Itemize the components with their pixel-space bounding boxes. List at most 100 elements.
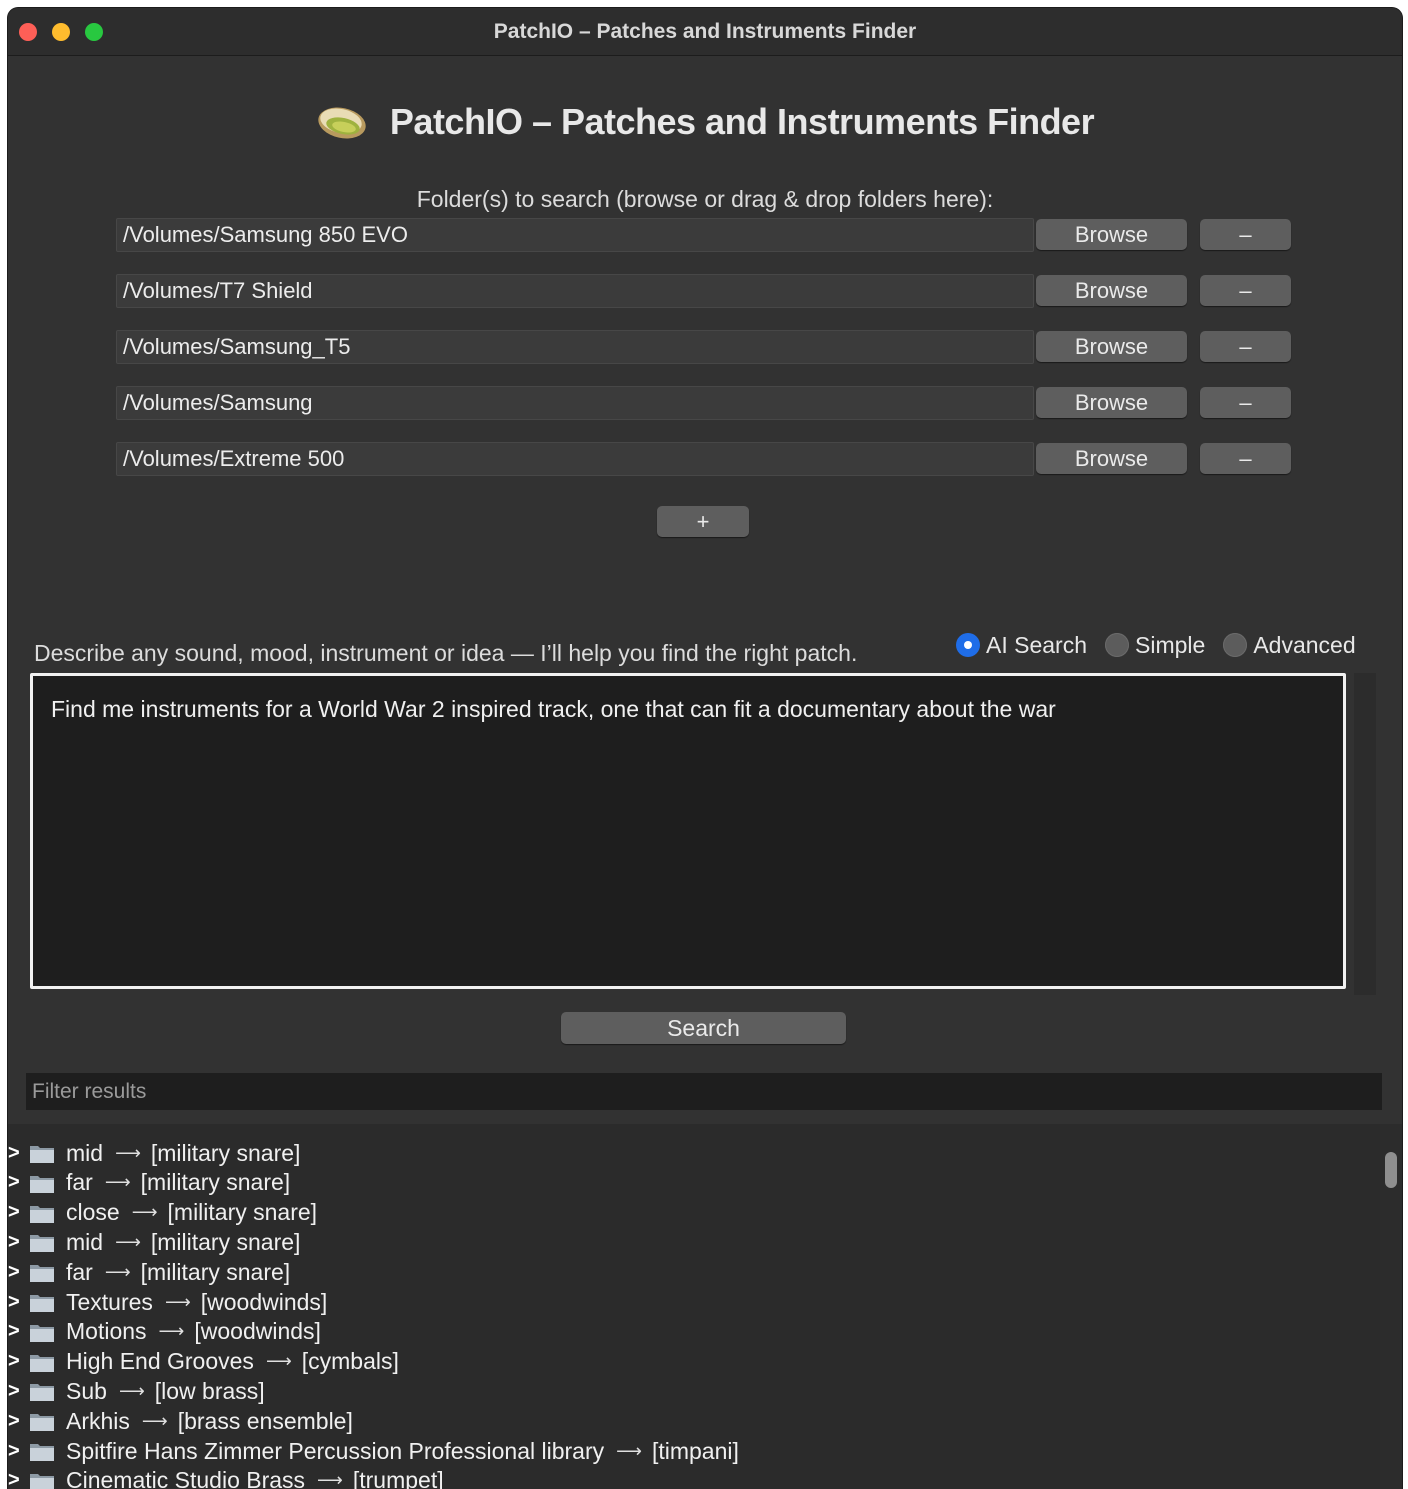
search-button[interactable]: Search [561, 1012, 846, 1044]
result-tag: [low brass] [154, 1377, 265, 1404]
folder-icon [30, 1146, 54, 1163]
window-title: PatchIO – Patches and Instruments Finder [493, 20, 917, 43]
arrow-icon: ⟶ [104, 1172, 131, 1193]
browse-button[interactable]: Browse [1036, 275, 1187, 306]
folder-icon [30, 1175, 54, 1193]
browse-button[interactable]: Browse [1036, 387, 1187, 418]
result-row[interactable]: > Cinematic Studio Brass ⟶ [trumpet] [8, 1466, 444, 1489]
app-title: PatchIO – Patches and Instruments Finder [389, 101, 1095, 142]
add-folder-button[interactable]: + [657, 506, 749, 537]
folder-icon [30, 1295, 54, 1312]
query-scrollbar[interactable] [1354, 673, 1376, 995]
result-name: Sub [66, 1377, 107, 1404]
folder-icon [30, 1444, 54, 1461]
arrow-icon: ⟶ [158, 1321, 185, 1342]
app-header: PatchIO – Patches and Instruments Finder [8, 96, 1402, 148]
expand-icon[interactable]: > [8, 1350, 22, 1373]
radio-advanced[interactable]: Advanced [1223, 631, 1356, 659]
arrow-icon: ⟶ [104, 1261, 131, 1282]
remove-folder-button[interactable]: – [1200, 219, 1291, 250]
folders-label: Folder(s) to search (browse or drag & dr… [416, 186, 994, 212]
arrow-icon: ⟶ [118, 1380, 145, 1401]
radio-label: AI Search [986, 631, 1087, 658]
folder-icon [30, 1384, 54, 1402]
result-tag: [cymbals] [301, 1348, 399, 1375]
result-row[interactable]: > mid ⟶ [military snare] [8, 1138, 300, 1168]
expand-icon[interactable]: > [8, 1320, 22, 1343]
expand-icon[interactable]: > [8, 1410, 22, 1433]
result-row[interactable]: > Spitfire Hans Zimmer Percussion Profess… [8, 1436, 739, 1466]
arrow-icon: ⟶ [115, 1231, 141, 1252]
radio-simple[interactable]: Simple [1105, 632, 1205, 659]
radio-unselected-icon [1223, 633, 1248, 657]
expand-icon[interactable]: > [8, 1171, 22, 1194]
result-name: far [66, 1258, 93, 1285]
result-row[interactable]: > far ⟶ [military snare] [8, 1257, 290, 1287]
arrow-icon: ⟶ [131, 1202, 158, 1223]
browse-button[interactable]: Browse [1036, 219, 1187, 250]
expand-icon[interactable]: > [8, 1201, 22, 1224]
result-name: mid [66, 1228, 104, 1255]
result-name: High End Grooves [66, 1348, 254, 1375]
result-tag: [military snare] [140, 1169, 291, 1196]
result-row[interactable]: > close ⟶ [military snare] [8, 1198, 317, 1228]
arrow-icon: ⟶ [317, 1470, 343, 1489]
folder-path-field[interactable]: /Volumes/Extreme 500 [116, 442, 1034, 476]
scrollbar-thumb[interactable] [1385, 1152, 1397, 1188]
remove-folder-button[interactable]: – [1200, 387, 1291, 418]
query-textarea[interactable]: Find me instruments for a World War 2 in… [30, 673, 1346, 989]
folder-row: /Volumes/Samsung_T5 Browse – [116, 330, 1294, 366]
folder-path-field[interactable]: /Volumes/T7 Shield [116, 274, 1034, 308]
browse-button[interactable]: Browse [1036, 331, 1187, 362]
folder-path-field[interactable]: /Volumes/Samsung_T5 [116, 330, 1034, 364]
expand-icon[interactable]: > [8, 1440, 22, 1463]
browse-button[interactable]: Browse [1036, 443, 1187, 474]
result-row[interactable]: > mid ⟶ [military snare] [8, 1227, 300, 1257]
result-row[interactable]: > Sub ⟶ [low brass] [8, 1376, 265, 1406]
remove-folder-button[interactable]: – [1200, 331, 1291, 362]
result-row[interactable]: > Textures ⟶ [woodwinds] [8, 1287, 327, 1317]
radio-unselected-icon [1105, 633, 1129, 657]
arrow-icon: ⟶ [164, 1291, 191, 1312]
arrow-icon: ⟶ [141, 1410, 168, 1431]
expand-icon[interactable]: > [8, 1231, 22, 1254]
result-tag: [brass ensemble] [177, 1407, 353, 1434]
search-description: Describe any sound, mood, instrument or … [34, 640, 858, 666]
remove-folder-button[interactable]: – [1200, 275, 1291, 306]
expand-icon[interactable]: > [8, 1469, 22, 1489]
result-row[interactable]: > far ⟶ [military snare] [8, 1168, 290, 1198]
radio-label: Advanced [1253, 631, 1356, 658]
arrow-icon: ⟶ [115, 1142, 141, 1163]
folder-path-field[interactable]: /Volumes/Samsung 850 EVO [116, 218, 1034, 252]
radio-label: Simple [1135, 631, 1206, 658]
search-mode-group: AI Search Simple Advanced [956, 628, 1374, 662]
result-row[interactable]: > Motions ⟶ [woodwinds] [8, 1317, 321, 1347]
folder-row: /Volumes/Samsung 850 EVO Browse – [116, 218, 1294, 254]
result-name: mid [66, 1139, 104, 1166]
folder-icon [30, 1235, 54, 1253]
radio-ai-search[interactable]: AI Search [956, 632, 1087, 659]
remove-folder-button[interactable]: – [1200, 443, 1291, 474]
expand-icon[interactable]: > [8, 1261, 22, 1284]
folder-icon [30, 1205, 54, 1223]
result-name: far [66, 1169, 93, 1196]
result-tag: [military snare] [140, 1258, 291, 1285]
radio-selected-icon [956, 633, 980, 657]
result-row[interactable]: > High End Grooves ⟶ [cymbals] [8, 1347, 399, 1377]
folder-icon [30, 1473, 54, 1489]
folder-row: /Volumes/T7 Shield Browse – [116, 274, 1294, 310]
result-name: Motions [66, 1318, 147, 1345]
result-name: Arkhis [66, 1407, 130, 1434]
result-tag: [woodwinds] [194, 1318, 321, 1345]
arrow-icon: ⟶ [265, 1351, 292, 1372]
filter-results-input[interactable]: Filter results [26, 1073, 1382, 1110]
app-window: PatchIO – Patches and Instruments Finder… [8, 8, 1402, 1489]
expand-icon[interactable]: > [8, 1380, 22, 1403]
title-bar: PatchIO – Patches and Instruments Finder [8, 8, 1402, 56]
expand-icon[interactable]: > [8, 1291, 22, 1314]
result-tag: [trumpet] [352, 1467, 444, 1489]
results-scrollbar[interactable] [1380, 1124, 1402, 1489]
expand-icon[interactable]: > [8, 1142, 22, 1165]
result-row[interactable]: > Arkhis ⟶ [brass ensemble] [8, 1406, 353, 1436]
folder-path-field[interactable]: /Volumes/Samsung [116, 386, 1034, 420]
